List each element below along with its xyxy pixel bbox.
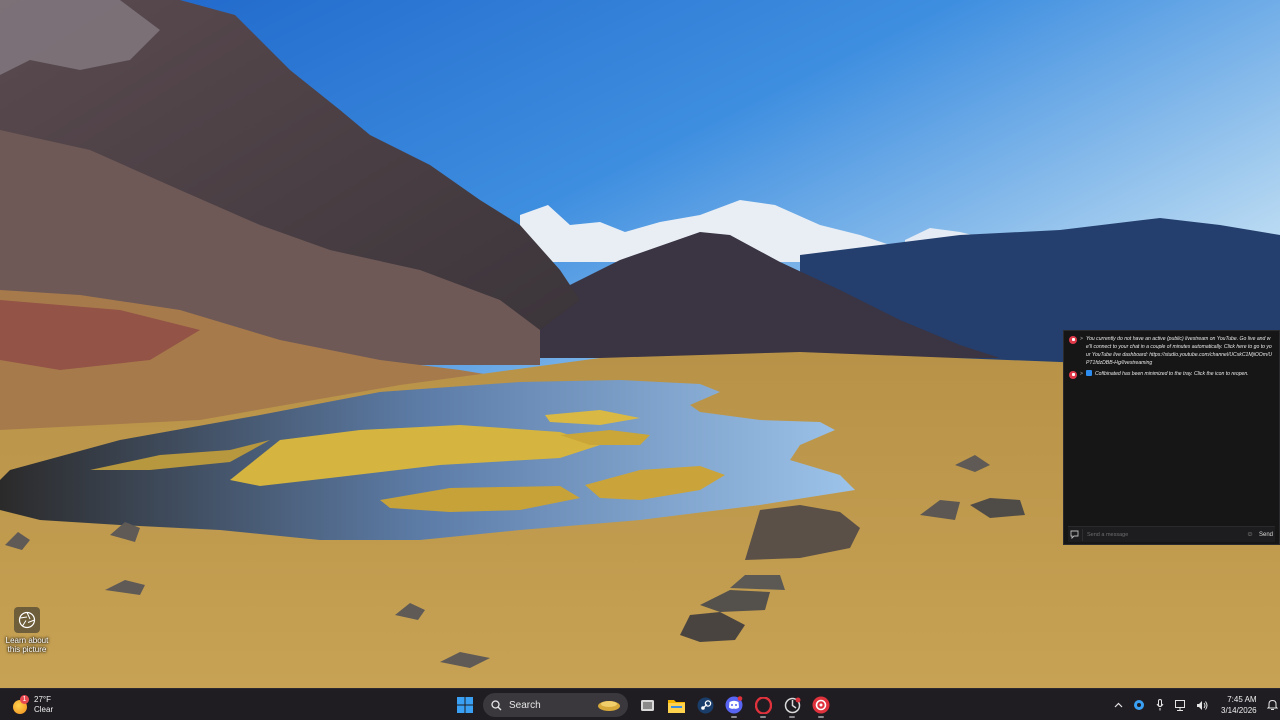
weather-widget[interactable]: 1 27°F Clear [10,693,53,717]
taskbar-center: Search [452,692,837,718]
volume-icon[interactable] [1194,696,1210,714]
search-label: Search [509,699,541,711]
windows-start-icon [457,697,473,713]
chat-message: > Cofibinated has been minimized to the … [1069,370,1274,379]
opera-icon [754,696,772,714]
message-prefix: > [1080,371,1083,378]
obs-app-button[interactable] [808,692,834,718]
message-prefix: > [1080,336,1083,342]
taskbar: 1 27°F Clear Search 7:45 AM 3/14/2026 [0,688,1280,720]
bot-avatar-icon [1069,370,1077,379]
bot-avatar-icon [1069,335,1077,344]
emoji-icon[interactable]: ☺ [1245,531,1255,538]
network-icon[interactable] [1173,696,1189,714]
steam-button[interactable] [692,692,718,718]
learn-about-picture-label: Learn about this picture [5,636,49,654]
chat-message: > You currently do not have an active (p… [1069,335,1274,367]
chat-messages: > You currently do not have an active (p… [1064,331,1279,379]
system-clock[interactable]: 7:45 AM 3/14/2026 [1221,694,1257,716]
chat-window: > You currently do not have an active (p… [1063,330,1280,545]
steam-icon [697,697,713,713]
search-icon [491,699,502,710]
task-view-icon [640,699,654,711]
file-explorer-button[interactable] [663,692,689,718]
taskbar-search[interactable]: Search [483,693,628,717]
message-text[interactable]: You currently do not have an active (pub… [1086,335,1274,367]
obs-app-icon [812,696,830,714]
camera-lens-icon [14,607,40,633]
notification-bell-icon[interactable] [1265,696,1280,714]
app-button[interactable] [779,692,805,718]
task-view-button[interactable] [634,692,660,718]
message-text: Cofibinated has been minimized to the tr… [1094,371,1249,378]
chat-message-input[interactable]: Send a message [1082,528,1245,541]
weather-condition: Clear [34,705,54,714]
file-explorer-icon [667,699,685,713]
chat-input-bar: Send a message ☺ Send [1068,526,1275,542]
windows-start-button[interactable] [452,692,478,718]
microphone-icon[interactable] [1152,696,1168,714]
learn-about-picture[interactable]: Learn about this picture [4,607,50,654]
chat-settings-icon[interactable] [1068,529,1080,541]
app-icon [784,697,800,713]
clock-date: 3/14/2026 [1221,706,1257,715]
info-icon [1085,370,1092,377]
discord-icon [725,696,743,714]
weather-badge: 1 [20,695,29,704]
onedrive-icon[interactable] [1131,696,1147,714]
clock-time: 7:45 AM [1227,695,1257,704]
opera-button[interactable] [750,692,776,718]
system-tray: 7:45 AM 3/14/2026 [1110,692,1280,718]
search-highlight-icon [598,701,620,711]
show-hidden-icons-chevron-icon[interactable] [1110,696,1126,714]
send-button[interactable]: Send [1255,532,1275,538]
discord-button[interactable] [721,692,747,718]
weather-temperature: 27°F [34,695,51,704]
weather-sun-icon: 1 [10,695,30,715]
